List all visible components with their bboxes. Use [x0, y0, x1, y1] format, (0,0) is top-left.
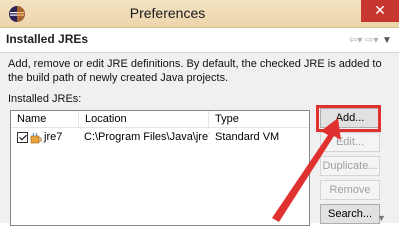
preferences-content: Add, remove or edit JRE definitions. By … — [0, 53, 399, 226]
close-button[interactable]: ✕ — [361, 0, 399, 22]
jre-table[interactable]: Name Location Type jre7 C:\Program Files… — [10, 110, 310, 226]
column-header-location[interactable]: Location — [79, 111, 209, 128]
back-arrow-icon[interactable]: ⇦▾ — [349, 35, 362, 46]
page-title: Installed JREs — [6, 32, 89, 46]
jre-name-cell: jre7 — [17, 129, 79, 146]
column-header-name[interactable]: Name — [11, 111, 79, 128]
table-header: Name Location Type — [11, 111, 309, 128]
duplicate-button[interactable]: Duplicate... — [320, 156, 380, 176]
jre-type: Standard VM — [215, 131, 280, 143]
installed-jres-label: Installed JREs: — [8, 93, 82, 105]
scroll-down-icon[interactable]: ▼ — [377, 213, 387, 223]
remove-button[interactable]: Remove — [320, 180, 380, 200]
table-row[interactable]: jre7 C:\Program Files\Java\jre7 Standard… — [11, 129, 309, 146]
jre-location: C:\Program Files\Java\jre7 — [84, 131, 209, 143]
page-description: Add, remove or edit JRE definitions. By … — [8, 58, 382, 84]
dropdown-menu-icon[interactable]: ▼ — [381, 35, 393, 46]
forward-arrow-icon[interactable]: ⇨▾ — [365, 35, 378, 46]
page-header: Installed JREs ⇦▾ ⇨▾ ▼ — [0, 28, 399, 52]
column-header-type[interactable]: Type — [209, 111, 309, 128]
jre-icon — [30, 132, 42, 143]
close-icon: ✕ — [374, 2, 386, 18]
window-title-bar: Preferences ✕ — [0, 0, 399, 28]
jre-name: jre7 — [44, 131, 63, 143]
edit-button[interactable]: Edit... — [320, 132, 380, 152]
search-button[interactable]: Search... — [320, 204, 380, 224]
default-jre-checkbox[interactable] — [17, 132, 28, 143]
window-title: Preferences — [129, 5, 206, 21]
annotation-highlight-box — [316, 105, 381, 132]
navigation-controls: ⇦▾ ⇨▾ ▼ — [349, 33, 393, 47]
